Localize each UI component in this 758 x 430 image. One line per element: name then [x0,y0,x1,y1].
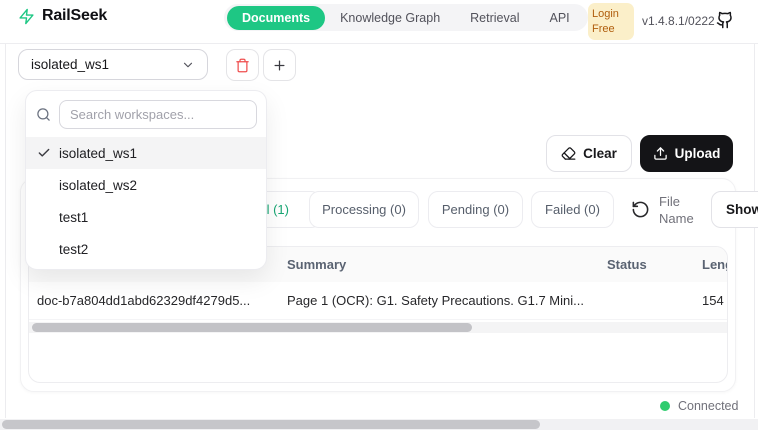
cell-doc-id: doc-b7a804dd1abd62329df4279d5... [37,293,279,308]
workspace-option-label: isolated_ws1 [59,146,137,161]
add-workspace-button[interactable] [263,49,296,81]
workspace-option-isolated_ws1[interactable]: isolated_ws1 [26,137,266,169]
login-free-badge[interactable]: Login Free [588,3,634,40]
column-header-status: Status [607,257,699,272]
workspace-dropdown: isolated_ws1 isolated_ws2 test1 test2 [25,90,267,270]
workspace-search-input[interactable] [59,100,257,129]
sort-by-label: File Name [659,194,707,228]
workspace-option-label: test1 [59,210,88,225]
workspace-selected-label: isolated_ws1 [31,57,109,72]
brand: RailSeek [18,7,107,25]
table-horizontal-scrollbar [29,322,727,333]
check-icon [37,146,59,160]
cell-length: 154 [702,293,728,308]
workspace-search-row [26,91,266,137]
github-icon[interactable] [716,11,734,29]
table-row[interactable]: doc-b7a804dd1abd62329df4279d5... Page 1 … [29,282,727,320]
version-label: v1.4.8.1/0222 [642,14,715,28]
workspace-option-test1[interactable]: test1 [26,201,266,233]
main-nav: Documents Knowledge Graph Retrieval API [224,4,588,31]
top-navbar: RailSeek Documents Knowledge Graph Retri… [0,0,758,44]
eraser-icon [561,146,576,161]
show-button[interactable]: Show [711,191,758,228]
upload-button[interactable]: Upload [640,135,733,172]
delete-workspace-button[interactable] [226,49,259,81]
filter-tab-processing[interactable]: Processing (0) [309,191,419,228]
workspace-select[interactable]: isolated_ws1 [18,49,208,80]
column-header-length: Length [702,257,728,272]
nav-tab-api[interactable]: API [534,6,584,30]
upload-icon [653,146,668,161]
nav-tab-retrieval[interactable]: Retrieval [455,6,534,30]
column-header-summary: Summary [287,257,599,272]
filter-tab-failed[interactable]: Failed (0) [531,191,614,228]
refresh-icon[interactable] [631,200,650,219]
connection-status-label: Connected [678,399,738,413]
workspace-option-label: isolated_ws2 [59,178,137,193]
connection-status: Connected [660,399,738,413]
nav-tab-documents[interactable]: Documents [227,6,325,30]
connected-dot-icon [660,401,670,411]
app-window: RailSeek Documents Knowledge Graph Retri… [0,0,758,430]
bolt-logo-icon [18,8,35,25]
nav-tab-knowledge-graph[interactable]: Knowledge Graph [325,6,455,30]
upload-button-label: Upload [675,146,721,161]
cell-summary: Page 1 (OCR): G1. Safety Precautions. G1… [287,293,599,308]
app-title: RailSeek [42,7,107,25]
filter-tab-pending[interactable]: Pending (0) [428,191,523,228]
table-scrollbar-thumb[interactable] [32,323,472,332]
search-icon [36,107,51,122]
workspace-option-isolated_ws2[interactable]: isolated_ws2 [26,169,266,201]
chevron-down-icon [181,58,195,72]
workspace-option-test2[interactable]: test2 [26,233,266,265]
clear-button[interactable]: Clear [546,135,632,172]
show-button-label: Show [726,202,758,217]
page-horizontal-scrollbar [0,419,758,430]
trash-icon [235,58,250,73]
clear-button-label: Clear [583,146,617,161]
plus-icon [272,58,287,73]
page-scrollbar-thumb[interactable] [2,420,540,429]
workspace-option-label: test2 [59,242,88,257]
